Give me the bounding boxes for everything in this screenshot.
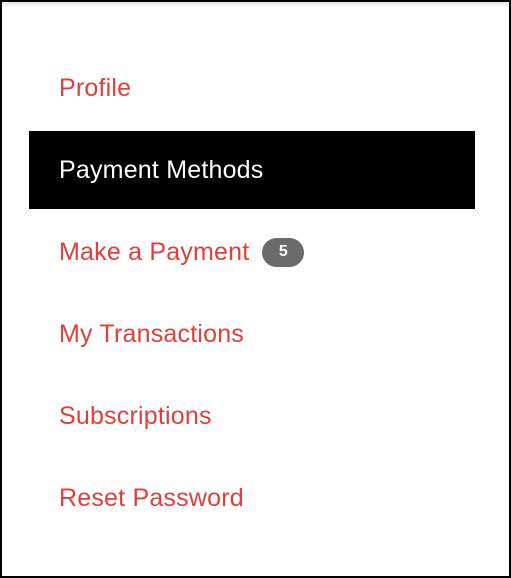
menu-item-payment-methods[interactable]: Payment Methods <box>29 131 475 209</box>
menu-item-my-transactions[interactable]: My Transactions <box>29 295 475 373</box>
menu-item-label: My Transactions <box>59 319 245 348</box>
menu-item-subscriptions[interactable]: Subscriptions <box>29 377 475 455</box>
account-menu: Profile Payment Methods Make a Payment 5… <box>29 49 475 541</box>
menu-item-profile[interactable]: Profile <box>29 49 475 127</box>
count-badge: 5 <box>262 237 305 267</box>
menu-item-label: Profile <box>59 73 132 102</box>
menu-item-label: Subscriptions <box>59 401 212 430</box>
menu-item-label: Make a Payment <box>59 237 250 266</box>
account-menu-panel: Profile Payment Methods Make a Payment 5… <box>0 0 511 578</box>
menu-item-label: Reset Password <box>59 483 244 512</box>
menu-item-make-a-payment[interactable]: Make a Payment 5 <box>29 213 475 291</box>
top-shadow <box>2 2 509 8</box>
menu-item-reset-password[interactable]: Reset Password <box>29 459 475 537</box>
menu-item-label: Payment Methods <box>59 155 264 184</box>
